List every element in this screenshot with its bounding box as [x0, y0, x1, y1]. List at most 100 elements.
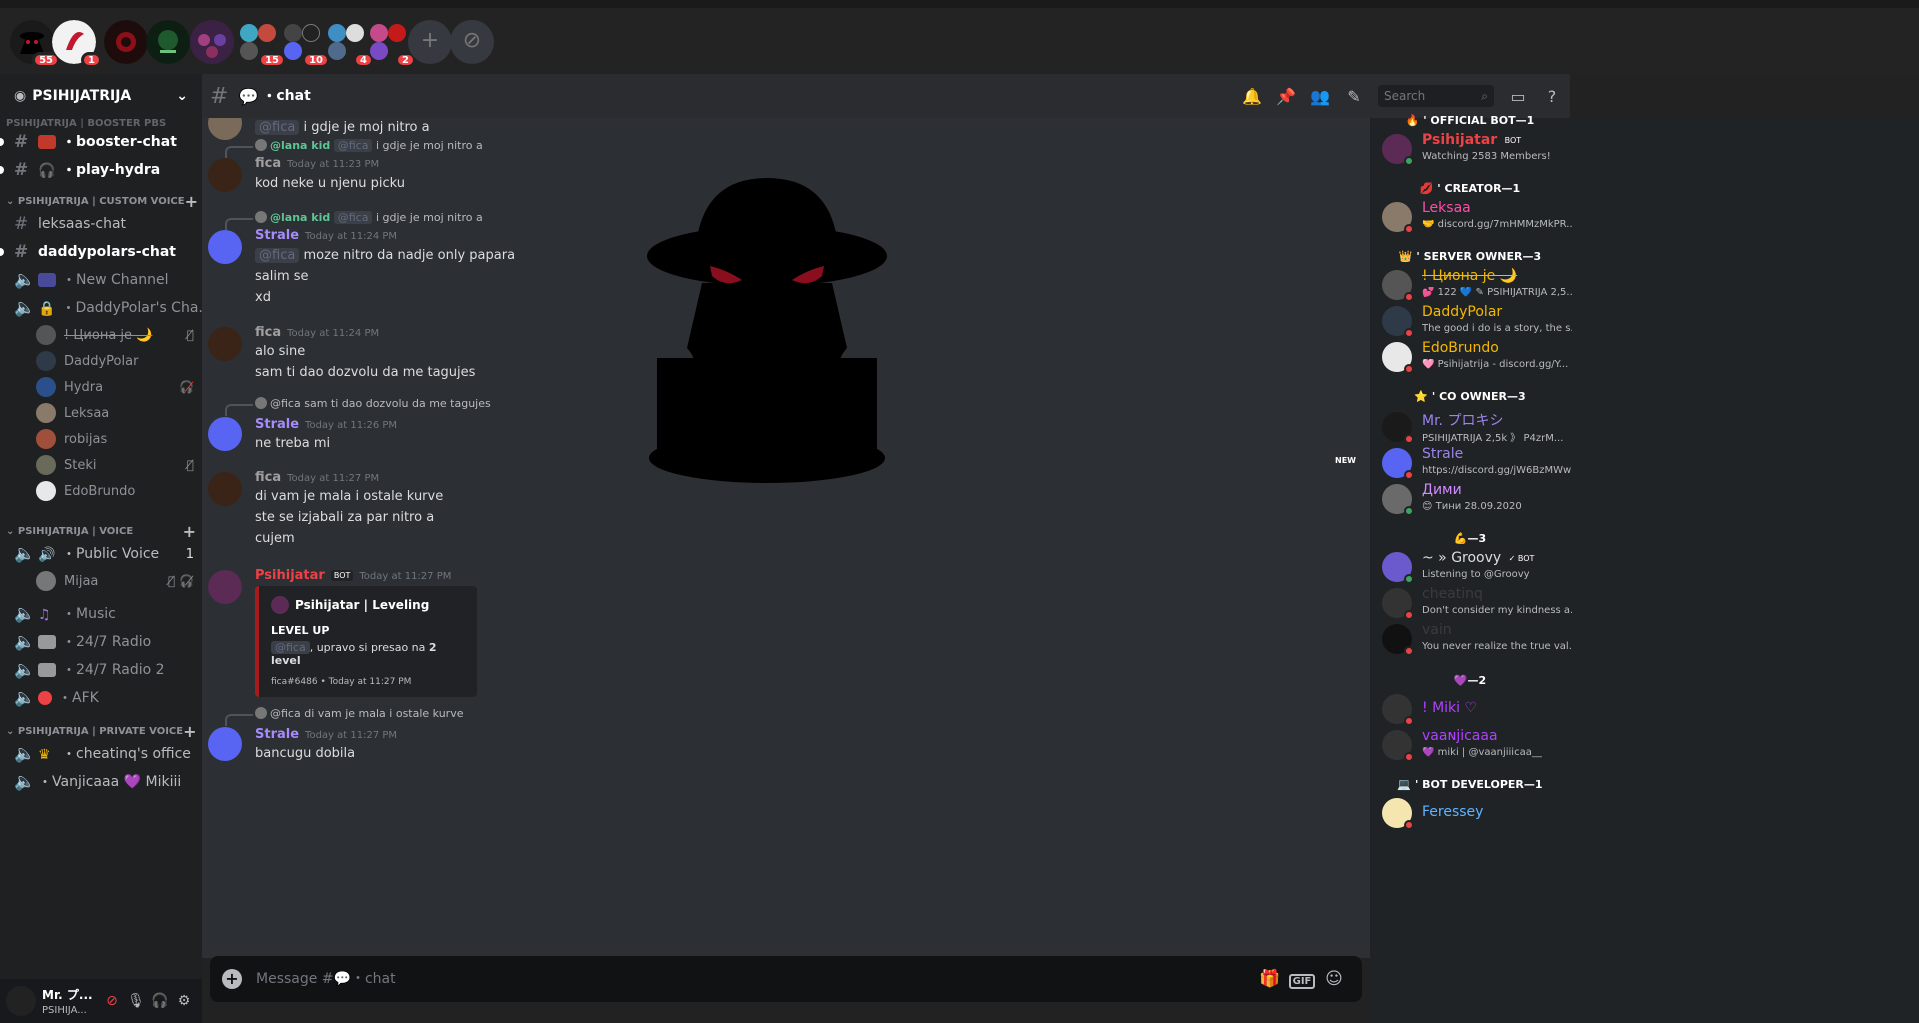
- search-input[interactable]: Search ⌕: [1378, 85, 1494, 107]
- crown-icon: ♛: [38, 747, 51, 763]
- explore-servers-button[interactable]: ⊘: [450, 20, 494, 64]
- add-server-button[interactable]: +: [408, 20, 452, 64]
- channel-music[interactable]: 🔈 ♫ ・ Music: [0, 600, 202, 628]
- voice-user[interactable]: Mijaa 🎙̸ 🎧̸: [0, 568, 202, 594]
- avatar[interactable]: [208, 472, 242, 506]
- category-voice[interactable]: ⌄ PSIHIJATRIJA | VOICE +: [0, 522, 202, 540]
- pin-icon[interactable]: 📌: [1276, 87, 1296, 106]
- gift-icon[interactable]: 🎁: [1254, 969, 1286, 989]
- channel-afk[interactable]: 🔈 ・ AFK: [0, 684, 202, 712]
- server-icon-2[interactable]: 1: [52, 20, 102, 68]
- member[interactable]: EdoBrundo 🩷 Psihijatrija - discord.gg/Y..…: [1382, 338, 1572, 378]
- voice-user[interactable]: robijas: [0, 426, 202, 452]
- member[interactable]: Дими 😊 Тини 28.09.2020: [1382, 480, 1572, 520]
- emoji-icon[interactable]: ☺: [1318, 969, 1350, 989]
- message-author[interactable]: Psihijatar: [255, 568, 325, 583]
- voice-user[interactable]: EdoBrundo: [0, 478, 202, 504]
- avatar[interactable]: [208, 327, 242, 361]
- message-input[interactable]: [256, 971, 1254, 987]
- gear-icon[interactable]: ⚙: [172, 993, 196, 1009]
- reply-preview[interactable]: @fica sam ti dao dozvolu da me tagujes: [225, 397, 491, 416]
- channel-leksaas-chat[interactable]: # leksaas-chat: [0, 210, 202, 238]
- server-icon-1[interactable]: 55: [10, 20, 60, 68]
- message-author[interactable]: Strale: [255, 727, 299, 742]
- member-status: 💜 miki | @vaanjiiicaa__: [1422, 747, 1542, 758]
- user-mention[interactable]: @fica: [255, 248, 300, 263]
- role-header: 💜—2: [1453, 674, 1487, 687]
- channel-booster-chat[interactable]: # ・ booster-chat: [0, 128, 202, 156]
- headphones-icon[interactable]: 🎧: [148, 993, 172, 1009]
- avatar[interactable]: [6, 986, 36, 1016]
- screen-share-off-icon[interactable]: ⊘: [100, 993, 124, 1009]
- message-author[interactable]: fica: [255, 325, 281, 340]
- member[interactable]: Mr. プロキシ PSIHIJATRIJA 2,5k 》 P4zrM...: [1382, 408, 1572, 448]
- message-author[interactable]: fica: [255, 156, 281, 171]
- message-author[interactable]: fica: [255, 470, 281, 485]
- server-folder-1[interactable]: 15: [236, 20, 286, 68]
- voice-user[interactable]: DaddyPolar: [0, 348, 202, 374]
- category-private-voice[interactable]: ⌄ PSIHIJATRIJA | PRIVATE VOICE +: [0, 722, 202, 740]
- speaker-icon: 🔈: [14, 660, 36, 680]
- server-header[interactable]: ◉ PSIHIJATRIJA ⌄: [0, 74, 202, 118]
- members-icon[interactable]: 👥: [1310, 87, 1330, 106]
- bell-icon[interactable]: 🔔: [1242, 87, 1262, 106]
- member[interactable]: Psihijatar BOT Watching 2583 Members!: [1382, 130, 1572, 170]
- channel-radio[interactable]: 🔈 ・ 24/7 Radio: [0, 628, 202, 656]
- avatar[interactable]: [208, 417, 242, 451]
- avatar: [36, 429, 56, 449]
- avatar[interactable]: [208, 158, 242, 192]
- channel-daddypolars-chat[interactable]: # daddypolars-chat: [0, 238, 202, 266]
- channel-new-channel[interactable]: 🔈 ・ New Channel: [0, 266, 202, 294]
- member[interactable]: vain You never realize the true val...: [1382, 620, 1572, 660]
- member[interactable]: vaaɴjicaaa 💜 miki | @vaanjiiicaa__: [1382, 726, 1572, 766]
- voice-user[interactable]: Leksaa: [0, 400, 202, 426]
- help-icon[interactable]: ?: [1542, 87, 1562, 106]
- member[interactable]: ! Ционa је 🌙 💕 122 💙 ✎ PSIHIJATRIJA 2,5..…: [1382, 266, 1572, 306]
- voice-user[interactable]: Steki 🎙̸: [0, 452, 202, 478]
- server-icon-5[interactable]: [190, 20, 234, 64]
- message-author[interactable]: Strale: [255, 228, 299, 243]
- member[interactable]: Leksaa 🤝 discord.gg/7mHMMzMkPR...: [1382, 198, 1572, 238]
- reply-preview[interactable]: @fica di vam je mala i ostale kurve: [224, 707, 463, 726]
- voice-user[interactable]: Hydra 🎧̸: [0, 374, 202, 400]
- channel-daddypolar-voice[interactable]: 🔈 🔒 ・DaddyPolar's Cha... 7: [0, 294, 202, 322]
- category-custom-voice[interactable]: ⌄ PSIHIJATRIJA | CUSTOM VOICE +: [0, 192, 202, 210]
- upload-button[interactable]: +: [222, 969, 242, 989]
- server-folder-3[interactable]: 4: [324, 20, 374, 68]
- channel-radio-2[interactable]: 🔈 ・ 24/7 Radio 2: [0, 656, 202, 684]
- member[interactable]: DaddyPolar The good i do is a story, the …: [1382, 302, 1572, 342]
- member[interactable]: Feressey: [1382, 794, 1572, 834]
- member[interactable]: ! Miki ♡: [1382, 690, 1572, 730]
- channel-play-hydra[interactable]: # 🎧 ・ play-hydra: [0, 156, 202, 184]
- server-folder-2[interactable]: 10: [280, 20, 330, 68]
- voice-user[interactable]: ! Ционa је 🌙 🎙̸: [0, 322, 202, 348]
- message-author[interactable]: Strale: [255, 417, 299, 432]
- reply-preview[interactable]: @lana kid @fica i gdje je moj nitro a: [225, 139, 483, 158]
- member-name: ~ » Groovy: [1422, 550, 1502, 566]
- server-icon-3[interactable]: [104, 20, 148, 64]
- notes-icon[interactable]: ✎: [1344, 87, 1364, 106]
- category-booster[interactable]: PSIHIJATRIJA | BOOSTER PBS: [0, 118, 202, 128]
- channel-cheatinq-office[interactable]: 🔈 ♛ ・ cheatinq's office: [0, 740, 202, 768]
- avatar[interactable]: [208, 570, 242, 604]
- add-channel-icon[interactable]: +: [183, 722, 196, 740]
- channel-public-voice[interactable]: 🔈 🔊 ・ Public Voice 1: [0, 540, 202, 568]
- member[interactable]: Strale https://discord.gg/jW6BzMWw: [1382, 444, 1572, 484]
- inbox-icon[interactable]: ▭: [1508, 87, 1528, 106]
- avatar[interactable]: [208, 230, 242, 264]
- member[interactable]: cheatinq Don't consider my kindness a...: [1382, 584, 1572, 624]
- member[interactable]: ~ » Groovy ✓ BOT Listening to @Groovy: [1382, 548, 1572, 588]
- add-channel-icon[interactable]: +: [183, 522, 196, 540]
- microphone-icon[interactable]: 🎙: [124, 993, 148, 1009]
- server-folder-4[interactable]: 2: [366, 20, 416, 68]
- server-icon-4[interactable]: [146, 20, 190, 64]
- gif-button[interactable]: GIF: [1286, 969, 1318, 989]
- add-channel-icon[interactable]: +: [185, 192, 198, 210]
- member-name: Psihijatar: [1422, 132, 1498, 148]
- reply-preview[interactable]: @lana kid @fica i gdje je moj nitro a: [225, 211, 483, 230]
- channel-vanjicaaa[interactable]: 🔈 ・ Vanjicaaa 💜 Mikiii: [0, 768, 202, 796]
- user-mention[interactable]: @fica: [255, 120, 300, 135]
- level-up-embed: Psihijatar | Leveling LEVEL UP @fica, up…: [255, 586, 477, 697]
- avatar[interactable]: [208, 727, 242, 761]
- member-status: The good i do is a story, the s...: [1422, 323, 1572, 334]
